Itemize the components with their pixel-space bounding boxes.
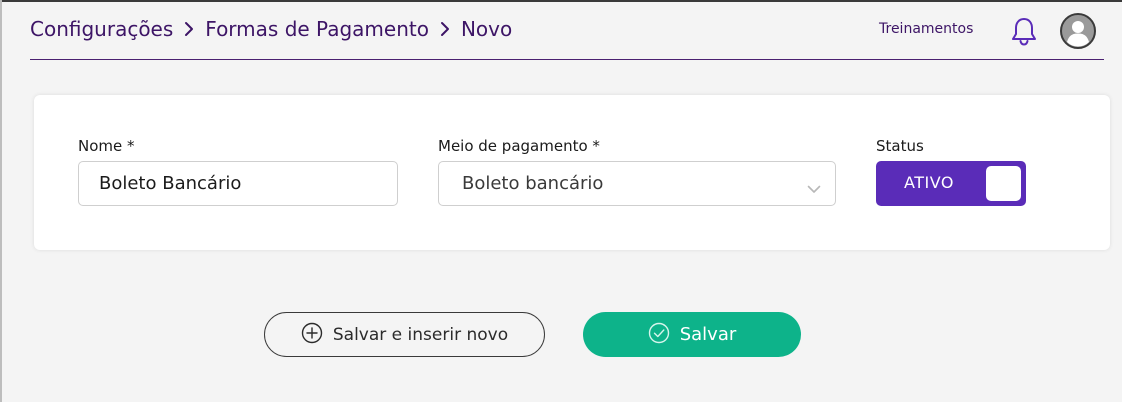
user-avatar-icon[interactable] xyxy=(1060,13,1096,49)
save-and-insert-new-label: Salvar e inserir novo xyxy=(332,324,509,345)
payment-method-select[interactable]: Boleto bancário xyxy=(438,161,836,206)
status-toggle[interactable]: ATIVO xyxy=(876,161,1026,206)
name-input[interactable] xyxy=(78,161,398,206)
payment-method-form-card: Nome * Meio de pagamento * Boleto bancár… xyxy=(34,95,1110,250)
payment-method-selected-value: Boleto bancário xyxy=(462,173,604,194)
breadcrumb-item-novo: Novo xyxy=(460,17,513,41)
window-left-border xyxy=(0,0,2,402)
chevron-right-icon xyxy=(177,21,201,37)
status-toggle-label: ATIVO xyxy=(904,173,954,192)
save-button[interactable]: Salvar xyxy=(583,312,801,357)
payment-method-field-label: Meio de pagamento * xyxy=(438,137,600,155)
save-and-insert-new-button[interactable]: Salvar e inserir novo xyxy=(264,312,545,357)
breadcrumb-item-formas-de-pagamento[interactable]: Formas de Pagamento xyxy=(205,17,429,41)
chevron-right-icon xyxy=(433,21,457,37)
status-field-label: Status xyxy=(876,137,924,155)
treinamentos-link[interactable]: Treinamentos xyxy=(879,21,973,37)
toggle-knob xyxy=(986,166,1021,201)
breadcrumb: Configurações Formas de Pagamento Novo xyxy=(30,17,512,41)
breadcrumb-item-configuracoes[interactable]: Configurações xyxy=(30,17,173,41)
chevron-down-icon xyxy=(807,179,821,198)
check-circle-icon xyxy=(648,322,670,348)
plus-circle-icon xyxy=(301,322,323,348)
save-label: Salvar xyxy=(679,324,737,345)
bell-icon[interactable] xyxy=(1010,16,1038,46)
name-field-label: Nome * xyxy=(78,137,135,155)
page-header: Configurações Formas de Pagamento Novo T… xyxy=(30,0,1104,60)
